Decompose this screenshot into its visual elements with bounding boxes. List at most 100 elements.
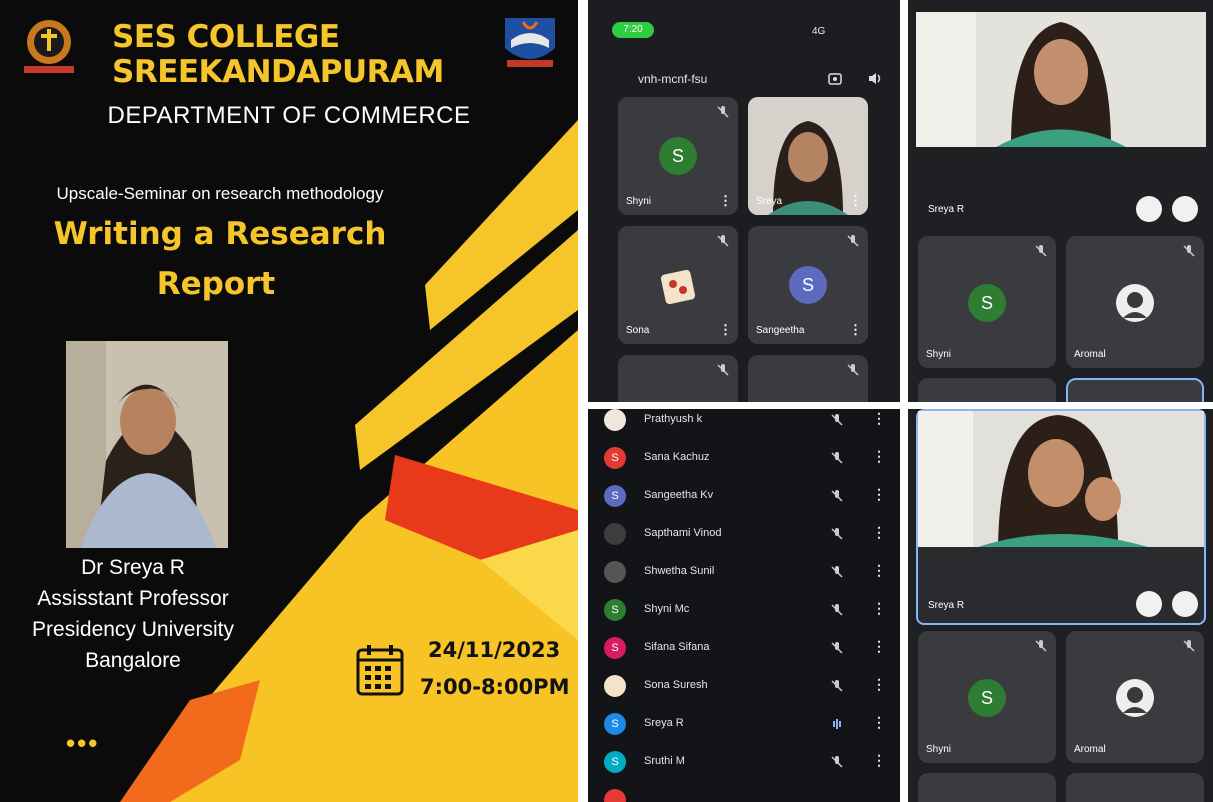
participant-row[interactable]: S Sifana Sifana ⋮ <box>588 629 900 667</box>
participant-row[interactable]: Prathyush k ⋮ <box>588 409 900 439</box>
avatar: S <box>604 485 626 507</box>
status-network: 4G <box>812 26 826 37</box>
speaker-icon[interactable] <box>868 72 882 85</box>
participant-tile[interactable]: Sona ⋮ <box>618 226 738 344</box>
mic-off-icon <box>1183 640 1195 652</box>
mic-off-icon[interactable] <box>830 679 844 693</box>
participant-name: Sifana Sifana <box>644 641 710 653</box>
mic-off-icon <box>717 106 729 118</box>
participant-tile[interactable] <box>918 773 1056 802</box>
mic-off-icon[interactable] <box>830 527 844 541</box>
more-vert-icon[interactable]: ⋮ <box>872 448 886 465</box>
avatar: S <box>789 266 827 304</box>
speaker-name: Dr Sreya R <box>81 556 185 579</box>
avatar: S <box>604 599 626 621</box>
participant-row[interactable]: S Shyni Mc ⋮ <box>588 591 900 629</box>
participant-tile[interactable] <box>1066 773 1204 802</box>
participant-tile[interactable] <box>1066 378 1204 402</box>
avatar <box>1116 679 1154 717</box>
seminar-subtitle: Upscale-Seminar on research methodology <box>56 184 384 203</box>
participant-tile[interactable]: S Shyni ⋮ <box>618 97 738 215</box>
avatar <box>604 561 626 583</box>
mic-off-icon[interactable] <box>830 755 844 769</box>
participant-row[interactable]: S Sana Kachuz ⋮ <box>588 439 900 477</box>
participant-name: Sona Suresh <box>644 679 708 691</box>
participant-video-tile[interactable]: Sreya ⋮ <box>748 97 868 215</box>
speaker-role: Assisstant Professor <box>37 587 229 610</box>
mic-off-icon[interactable] <box>830 641 844 655</box>
seminar-title-line2: Report <box>156 266 276 302</box>
mic-off-icon[interactable] <box>830 565 844 579</box>
participant-row[interactable]: S Sruthi M ⋮ <box>588 743 900 781</box>
more-vert-icon[interactable]: ⋮ <box>872 524 886 541</box>
participant-name: Sreya R <box>644 717 684 729</box>
mic-off-icon[interactable] <box>830 413 844 427</box>
participant-tile[interactable] <box>918 378 1056 402</box>
participant-name: Sapthami Vinod <box>644 527 722 539</box>
participant-row[interactable]: Shwetha Sunil ⋮ <box>588 553 900 591</box>
status-time: 7:20 <box>612 22 654 38</box>
participant-name: Sana Kachuz <box>644 451 710 463</box>
participant-name: Shwetha Sunil <box>644 565 715 577</box>
participant-name: Prathyush k <box>644 413 703 425</box>
more-vert-icon[interactable]: ⋮ <box>849 322 862 338</box>
more-vert-icon[interactable]: ⋮ <box>872 752 886 769</box>
camera-switch-icon[interactable] <box>828 72 842 85</box>
participant-row[interactable] <box>588 781 900 802</box>
participant-tile[interactable]: S Shyni <box>918 631 1056 763</box>
more-vert-icon[interactable]: ⋮ <box>872 676 886 693</box>
avatar: S <box>604 637 626 659</box>
more-vert-icon[interactable]: ⋮ <box>872 638 886 655</box>
participant-tile[interactable]: S Sangeetha ⋮ <box>748 226 868 344</box>
active-speaker-frame: Sreya R <box>916 409 1206 625</box>
avatar: S <box>659 137 697 175</box>
participant-name: Sangeetha Kv <box>644 489 714 501</box>
main-speaker-video <box>916 12 1206 147</box>
participant-name: Sruthi M <box>644 755 685 767</box>
more-dots: ••• <box>66 728 100 758</box>
participant-row[interactable]: S Sreya R ⋮ <box>588 705 900 743</box>
avatar: S <box>604 713 626 735</box>
avatar: S <box>968 679 1006 717</box>
mic-off-icon[interactable] <box>830 603 844 617</box>
more-vert-icon[interactable]: ⋮ <box>719 193 732 209</box>
participant-row[interactable]: Sona Suresh ⋮ <box>588 667 900 705</box>
more-vert-icon[interactable]: ⋮ <box>872 410 886 427</box>
more-options-icon[interactable] <box>1172 591 1198 617</box>
avatar: S <box>604 447 626 469</box>
mic-off-icon <box>1183 245 1195 257</box>
participant-tile[interactable]: Aromal <box>1066 631 1204 763</box>
mic-off-icon[interactable] <box>830 451 844 465</box>
meet-speaker-view-bottom: Sreya R S Shyni Aromal <box>908 409 1213 802</box>
mic-off-icon <box>717 364 729 376</box>
more-vert-icon[interactable]: ⋮ <box>719 322 732 338</box>
more-options-icon[interactable] <box>1172 196 1198 222</box>
mic-off-icon <box>717 235 729 247</box>
more-vert-icon[interactable]: ⋮ <box>872 600 886 617</box>
more-vert-icon[interactable]: ⋮ <box>872 562 886 579</box>
tile-name: Sona <box>626 325 650 336</box>
more-vert-icon[interactable]: ⋮ <box>872 486 886 503</box>
mic-off-icon[interactable] <box>830 489 844 503</box>
meeting-code[interactable]: vnh-mcnf-fsu <box>638 72 707 86</box>
participant-row[interactable]: S Sangeetha Kv ⋮ <box>588 477 900 515</box>
participant-tile[interactable]: Aromal <box>1066 236 1204 368</box>
more-vert-icon[interactable]: ⋮ <box>872 714 886 731</box>
participant-row[interactable]: Sapthami Vinod ⋮ <box>588 515 900 553</box>
more-vert-icon[interactable]: ⋮ <box>849 193 862 209</box>
mic-off-icon[interactable] <box>1136 196 1162 222</box>
tile-name: Shyni <box>926 744 952 755</box>
mic-off-icon[interactable] <box>1136 591 1162 617</box>
participant-tile[interactable] <box>748 355 868 402</box>
speaker-org: Presidency University <box>32 618 234 641</box>
participant-tile[interactable]: S Shyni <box>918 236 1056 368</box>
main-speaker-video <box>918 411 1204 547</box>
main-speaker-name: Sreya R <box>928 600 965 611</box>
participant-tile[interactable] <box>618 355 738 402</box>
college-name: SES COLLEGE SREEKANDAPURAM <box>112 20 492 90</box>
mic-off-icon <box>847 364 859 376</box>
avatar <box>604 789 626 802</box>
audio-level-icon <box>833 719 841 729</box>
tile-name: Sangeetha <box>756 325 805 336</box>
tile-name: Aromal <box>1074 744 1106 755</box>
